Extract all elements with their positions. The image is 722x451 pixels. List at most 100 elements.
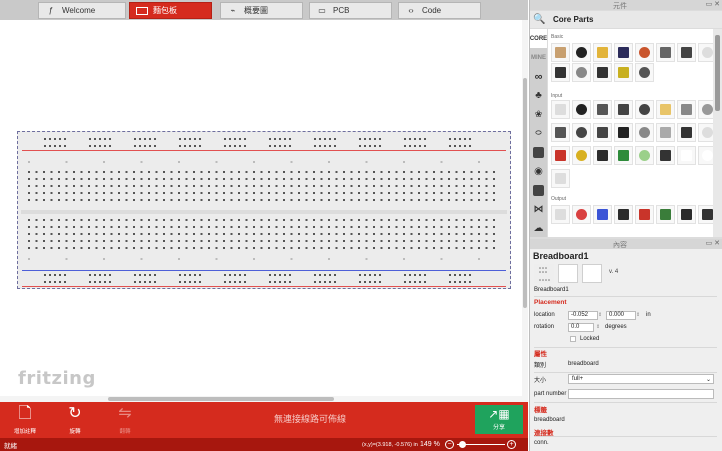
part-tile[interactable]	[572, 43, 591, 62]
part-tile[interactable]	[572, 63, 591, 82]
component-icon	[555, 173, 566, 184]
add-note-button[interactable]: 🗋 增加註釋	[10, 405, 40, 435]
part-tile[interactable]	[593, 146, 612, 165]
part-tile[interactable]	[635, 100, 654, 119]
part-tile[interactable]	[677, 43, 696, 62]
part-tile[interactable]	[698, 43, 713, 62]
tags-value[interactable]: breadboard	[534, 417, 565, 423]
part-tile[interactable]	[656, 146, 675, 165]
part-tile[interactable]	[593, 205, 612, 224]
tab-welcome[interactable]: ƒ Welcome	[38, 2, 126, 19]
parts-scrollbar[interactable]	[713, 29, 722, 237]
instance-name[interactable]: Breadboard1	[534, 287, 569, 293]
bin-tab-icon[interactable]: ⋈	[530, 200, 547, 219]
part-tile[interactable]	[677, 100, 696, 119]
rotation-input[interactable]: 0.0	[568, 322, 594, 332]
part-tile[interactable]	[572, 146, 591, 165]
bin-tab-icon[interactable]: ∞	[530, 67, 547, 86]
zoom-out-button[interactable]: −	[445, 440, 454, 449]
panel-float-close-icons[interactable]: ▭ ✕	[706, 0, 720, 8]
cursor-coordinates: (x,y)=(3.918, -0.576) in	[362, 441, 418, 448]
part-tile[interactable]	[635, 146, 654, 165]
part-tile[interactable]	[677, 205, 696, 224]
part-tile[interactable]	[593, 63, 612, 82]
part-tile[interactable]	[551, 146, 570, 165]
part-tile[interactable]	[698, 205, 713, 224]
part-tile[interactable]	[677, 146, 696, 165]
part-tile[interactable]	[614, 100, 633, 119]
bin-tab-icon[interactable]	[530, 143, 547, 162]
share-button[interactable]: ↗▦ 分享	[475, 405, 523, 434]
panel-float-close-icons[interactable]: ▭ ✕	[706, 239, 720, 247]
part-tile[interactable]	[551, 63, 570, 82]
scroll-thumb[interactable]	[715, 35, 720, 111]
part-tile[interactable]	[593, 100, 612, 119]
part-tile[interactable]	[635, 63, 654, 82]
bin-tab-icon[interactable]: ◉	[530, 162, 547, 181]
locked-row[interactable]: Locked	[570, 333, 717, 345]
spin-arrows-icon[interactable]: ⇕	[636, 312, 643, 318]
flip-button[interactable]: ⇋ 翻轉	[110, 405, 140, 435]
part-tile[interactable]	[551, 123, 570, 142]
part-tile[interactable]	[551, 205, 570, 224]
scroll-thumb[interactable]	[523, 78, 527, 308]
part-tile[interactable]	[572, 100, 591, 119]
part-tile[interactable]	[614, 146, 633, 165]
component-icon	[597, 209, 608, 220]
part-tile[interactable]	[572, 123, 591, 142]
part-tile[interactable]	[551, 169, 570, 188]
part-tile[interactable]	[614, 43, 633, 62]
locked-checkbox[interactable]	[570, 336, 576, 342]
fritzing-window: ƒ Welcome 麵包板 ⌁ 概要圖 ▭ PCB ‹› Code fritzi…	[0, 0, 722, 451]
scroll-thumb[interactable]	[108, 397, 334, 401]
part-tile[interactable]	[656, 43, 675, 62]
spin-arrows-icon[interactable]: ⇕	[596, 324, 603, 330]
bin-tab-icon[interactable]: ☁	[530, 219, 547, 238]
part-tile[interactable]	[698, 123, 713, 142]
part-tile[interactable]	[635, 43, 654, 62]
bin-tab-icon[interactable]: ♣	[530, 86, 547, 105]
spin-arrows-icon[interactable]: ⇕	[598, 312, 605, 318]
part-tile[interactable]	[572, 205, 591, 224]
part-number-input[interactable]	[568, 389, 714, 399]
part-tile[interactable]	[593, 123, 612, 142]
zoom-in-button[interactable]: +	[507, 440, 516, 449]
tab-breadboard[interactable]: 麵包板	[129, 2, 212, 19]
zoom-slider-handle[interactable]	[459, 441, 466, 448]
bin-tab-core[interactable]: CORE	[530, 29, 547, 48]
part-tile[interactable]	[614, 205, 633, 224]
part-tile[interactable]	[656, 123, 675, 142]
tab-pcb[interactable]: ▭ PCB	[309, 2, 392, 19]
tab-code[interactable]: ‹› Code	[398, 2, 481, 19]
part-tile[interactable]	[614, 63, 633, 82]
part-tile[interactable]	[677, 123, 696, 142]
part-tile[interactable]	[656, 205, 675, 224]
part-tile[interactable]	[698, 146, 713, 165]
part-tile[interactable]	[656, 100, 675, 119]
bin-tab-icon[interactable]: ❀	[530, 105, 547, 124]
bin-tab-list: CORE MINE ∞ ♣ ❀ ⬭ ◉ ⋈ ☁	[530, 29, 547, 237]
section-output: Output	[551, 196, 567, 202]
part-tile[interactable]	[635, 205, 654, 224]
bin-tab-mine[interactable]: MINE	[530, 48, 547, 67]
tab-schematic[interactable]: ⌁ 概要圖	[220, 2, 303, 19]
size-select[interactable]: full+ ⌄	[568, 374, 714, 384]
part-tile[interactable]	[635, 123, 654, 142]
bin-tab-icon[interactable]: ⬭	[530, 124, 547, 143]
location-unit[interactable]: in	[646, 312, 651, 318]
part-tile[interactable]	[593, 43, 612, 62]
rotate-button[interactable]: ↻ 旋轉	[60, 405, 90, 435]
part-tile[interactable]	[614, 123, 633, 142]
part-tile[interactable]	[698, 100, 713, 119]
location-y-input[interactable]: 0.000	[606, 310, 636, 320]
part-tile[interactable]	[551, 43, 570, 62]
bin-tab-icon[interactable]	[530, 181, 547, 200]
chevron-down-icon: ⌄	[705, 376, 711, 383]
canvas-vertical-scrollbar[interactable]	[522, 20, 528, 402]
component-icon	[555, 150, 566, 161]
routing-status: 無連接線路可佈線	[273, 414, 346, 424]
search-icon[interactable]: 🔍	[533, 14, 547, 25]
location-x-input[interactable]: -0.052	[568, 310, 598, 320]
breadboard-part[interactable]	[17, 131, 511, 289]
part-tile[interactable]	[551, 100, 570, 119]
